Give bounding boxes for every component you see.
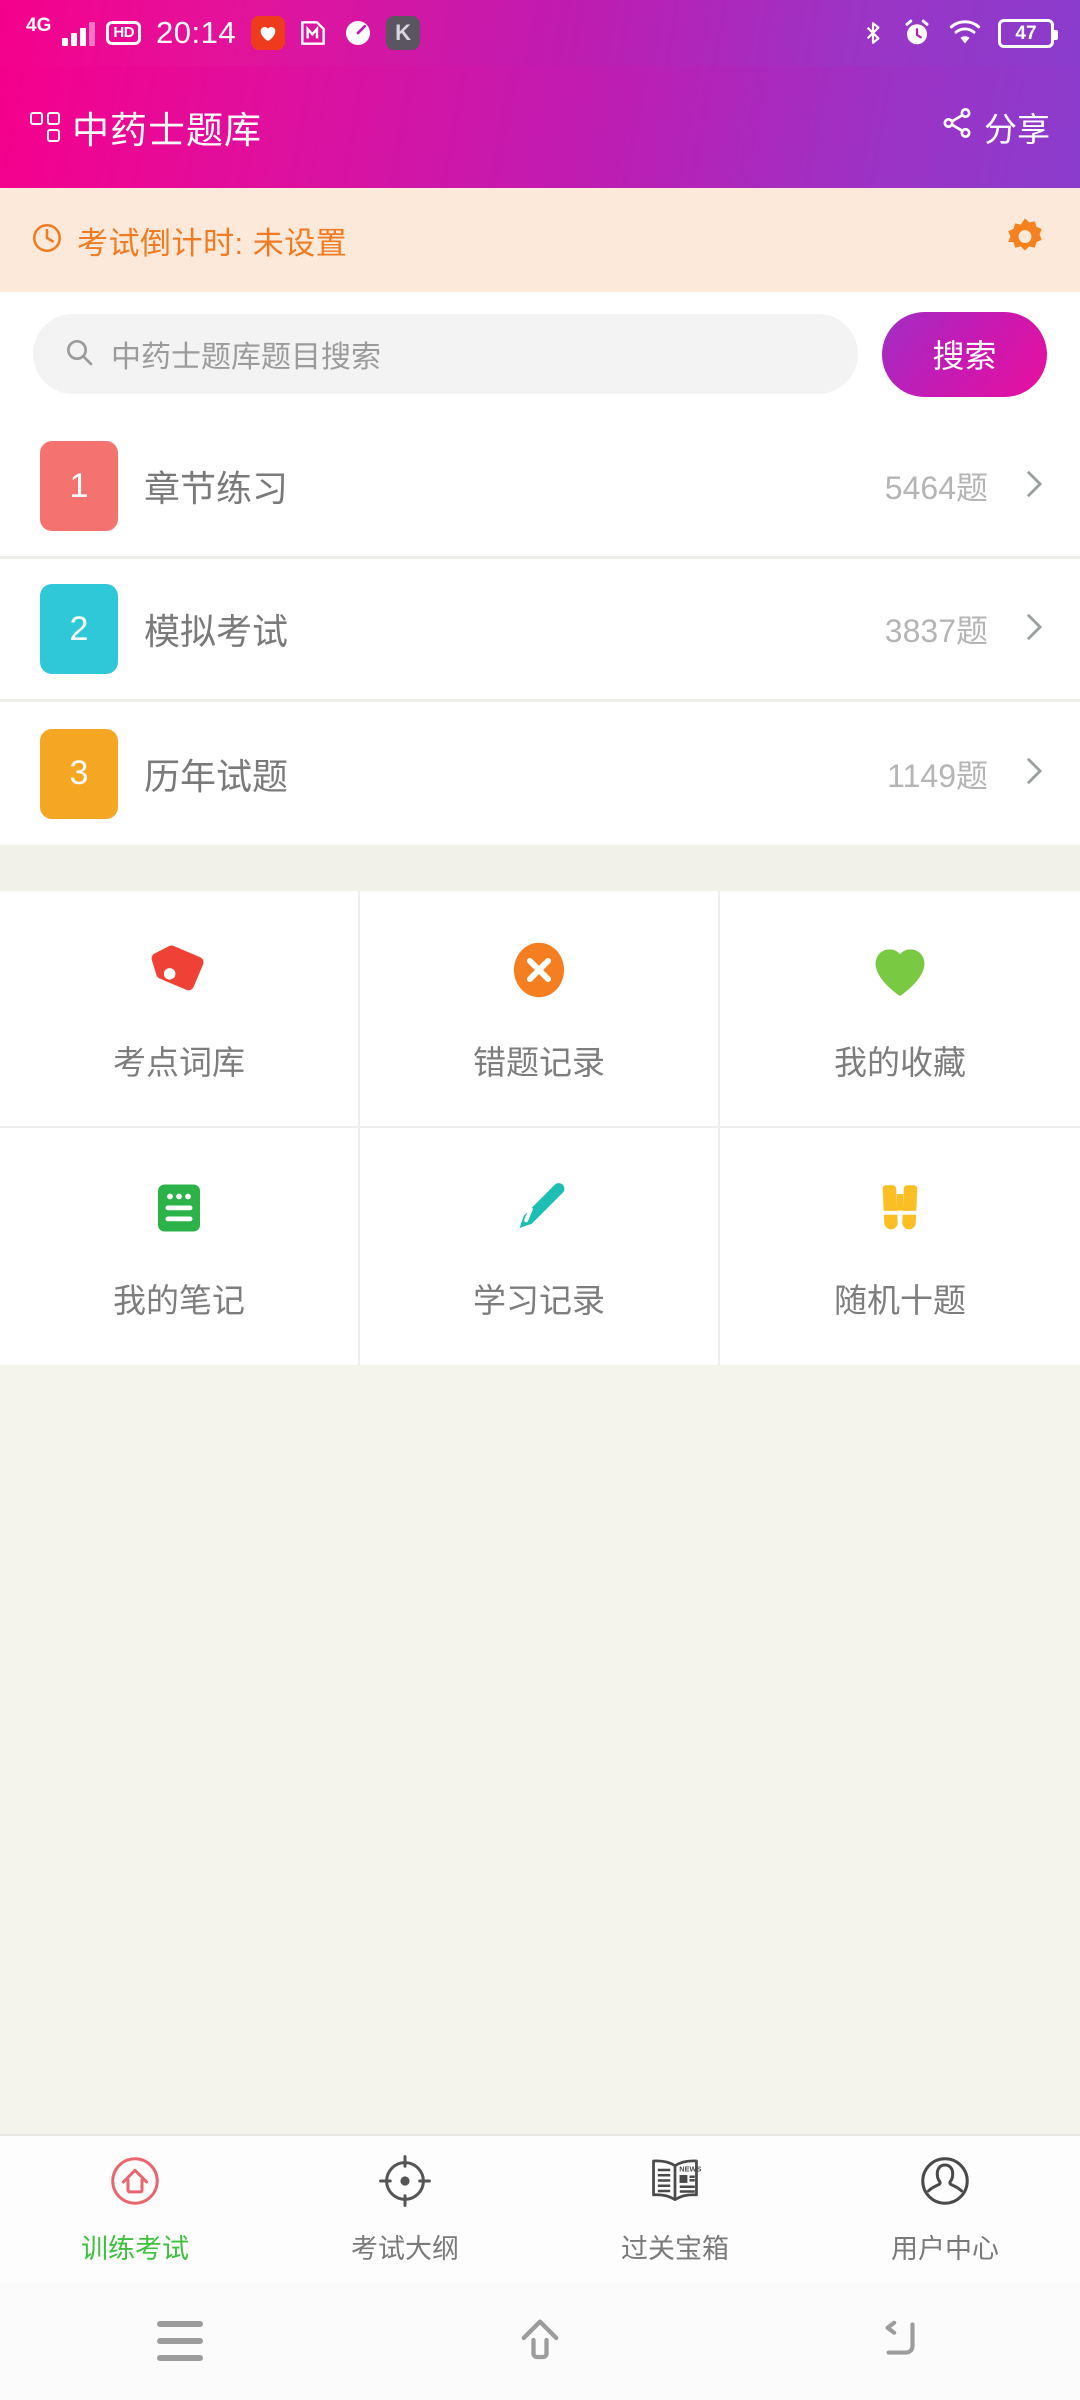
network-type-label: 4G bbox=[26, 14, 52, 36]
gear-icon[interactable] bbox=[1000, 213, 1050, 268]
m-app-icon bbox=[296, 16, 330, 50]
battery-icon: 47 bbox=[998, 18, 1058, 48]
content-empty-area bbox=[0, 1365, 1080, 2134]
share-label: 分享 bbox=[984, 111, 1050, 148]
status-bar-left: 4G HD 20:14 K bbox=[26, 14, 421, 51]
status-bar-clock: 20:14 bbox=[156, 15, 237, 50]
svg-text:NEWS: NEWS bbox=[679, 2165, 701, 2174]
wifi-icon bbox=[948, 19, 982, 47]
countdown-text: 考试倒计时: 未设置 bbox=[77, 225, 348, 261]
quick-action-grid: 考点词库 错题记录 我的收藏 我的笔记 学习记录 随机十题 bbox=[0, 891, 1080, 1365]
row-count: 3837题 bbox=[884, 613, 988, 649]
tile-wodebiji[interactable]: 我的笔记 bbox=[0, 1128, 360, 1365]
tile-xuexijilu[interactable]: 学习记录 bbox=[360, 1128, 720, 1365]
home-circle-icon bbox=[106, 2152, 164, 2215]
tile-label: 随机十题 bbox=[834, 1281, 966, 1319]
status-bar-right: 47 bbox=[860, 18, 1058, 48]
tile-wodeshoucang[interactable]: 我的收藏 bbox=[720, 891, 1080, 1128]
app-header: 中药士题库 分享 bbox=[0, 66, 1080, 188]
row-label: 模拟考试 bbox=[144, 611, 289, 652]
tag-icon bbox=[146, 934, 212, 1006]
countdown-banner[interactable]: 考试倒计时: 未设置 bbox=[0, 188, 1080, 292]
user-circle-icon bbox=[916, 2152, 974, 2215]
binoculars-icon bbox=[869, 1172, 931, 1244]
countdown-left: 考试倒计时: 未设置 bbox=[30, 218, 347, 263]
brand: 中药士题库 bbox=[30, 100, 262, 154]
bottom-tab-bar: 训练考试 考试大纲 NEWS 过关宝箱 用户中心 bbox=[0, 2134, 1080, 2282]
tab-yonghuzhongxin[interactable]: 用户中心 bbox=[810, 2136, 1080, 2282]
x-circle-icon bbox=[507, 934, 571, 1006]
heart-icon bbox=[866, 934, 934, 1006]
battery-percent: 47 bbox=[1015, 22, 1037, 44]
target-icon bbox=[376, 2152, 434, 2215]
heart-app-icon bbox=[251, 16, 286, 50]
tile-suijishiti[interactable]: 随机十题 bbox=[720, 1128, 1080, 1365]
back-icon[interactable] bbox=[875, 2315, 925, 2368]
notepad-icon bbox=[149, 1172, 209, 1244]
table-row[interactable]: 1 章节练习 5464题 bbox=[0, 416, 1080, 559]
meter-app-icon bbox=[341, 16, 375, 50]
signal-bars-icon bbox=[62, 20, 96, 46]
chevron-right-icon bbox=[1016, 754, 1050, 793]
table-row[interactable]: 3 历年试题 1149题 bbox=[0, 702, 1080, 845]
chevron-right-icon bbox=[1016, 467, 1050, 506]
category-list: 1 章节练习 5464题 2 模拟考试 3837题 3 历年试题 1149题 bbox=[0, 416, 1080, 845]
share-icon bbox=[940, 106, 974, 148]
row-badge: 2 bbox=[40, 584, 118, 674]
section-divider bbox=[0, 845, 1080, 891]
page-title: 中药士题库 bbox=[72, 110, 262, 151]
recents-icon[interactable] bbox=[157, 2321, 203, 2361]
tab-label: 用户中心 bbox=[891, 2234, 999, 2264]
android-navigation-bar bbox=[0, 2282, 1080, 2400]
tile-label: 我的收藏 bbox=[834, 1043, 966, 1081]
chevron-right-icon bbox=[1016, 610, 1050, 649]
status-bar: 4G HD 20:14 K 47 bbox=[0, 0, 1080, 66]
pencil-icon bbox=[507, 1172, 571, 1244]
tile-label: 我的笔记 bbox=[113, 1281, 245, 1319]
tab-label: 过关宝箱 bbox=[621, 2234, 729, 2264]
row-count: 5464题 bbox=[884, 470, 988, 506]
tab-kaoshidagang[interactable]: 考试大纲 bbox=[270, 2136, 540, 2282]
tile-cuotijilu[interactable]: 错题记录 bbox=[360, 891, 720, 1128]
row-badge: 3 bbox=[40, 728, 118, 819]
k-app-icon: K bbox=[386, 16, 421, 50]
clock-icon bbox=[30, 221, 64, 260]
tile-label: 学习记录 bbox=[473, 1281, 605, 1319]
grid-logo-icon bbox=[30, 112, 60, 142]
row-count: 1149题 bbox=[887, 757, 988, 794]
row-label: 章节练习 bbox=[144, 468, 289, 509]
search-button[interactable]: 搜索 bbox=[882, 311, 1047, 397]
tile-label: 错题记录 bbox=[473, 1043, 605, 1081]
tab-xunlainkaoshi[interactable]: 训练考试 bbox=[0, 2136, 270, 2282]
tile-kaodiancikun[interactable]: 考点词库 bbox=[0, 891, 360, 1128]
search-section: 中药士题库题目搜索 搜索 bbox=[0, 292, 1080, 416]
search-placeholder: 中药士题库题目搜索 bbox=[111, 341, 381, 374]
hd-icon: HD bbox=[106, 21, 142, 45]
newspaper-icon: NEWS bbox=[644, 2152, 706, 2215]
table-row[interactable]: 2 模拟考试 3837题 bbox=[0, 559, 1080, 702]
search-input[interactable]: 中药士题库题目搜索 bbox=[33, 314, 858, 394]
bluetooth-icon bbox=[860, 18, 886, 48]
tab-label: 考试大纲 bbox=[351, 2234, 459, 2264]
share-button[interactable]: 分享 bbox=[940, 103, 1050, 151]
alarm-icon bbox=[902, 18, 932, 48]
row-badge: 1 bbox=[40, 441, 118, 531]
app-root: 4G HD 20:14 K 47 中药士题库 分享 考试倒计时: 未设置 中药士… bbox=[0, 0, 1080, 2400]
row-label: 历年试题 bbox=[144, 755, 289, 797]
home-icon[interactable] bbox=[514, 2315, 566, 2368]
tab-label: 训练考试 bbox=[81, 2234, 189, 2264]
search-icon bbox=[63, 336, 95, 373]
tab-guoguanbaoxiang[interactable]: NEWS 过关宝箱 bbox=[540, 2136, 810, 2282]
tile-label: 考点词库 bbox=[113, 1043, 245, 1081]
